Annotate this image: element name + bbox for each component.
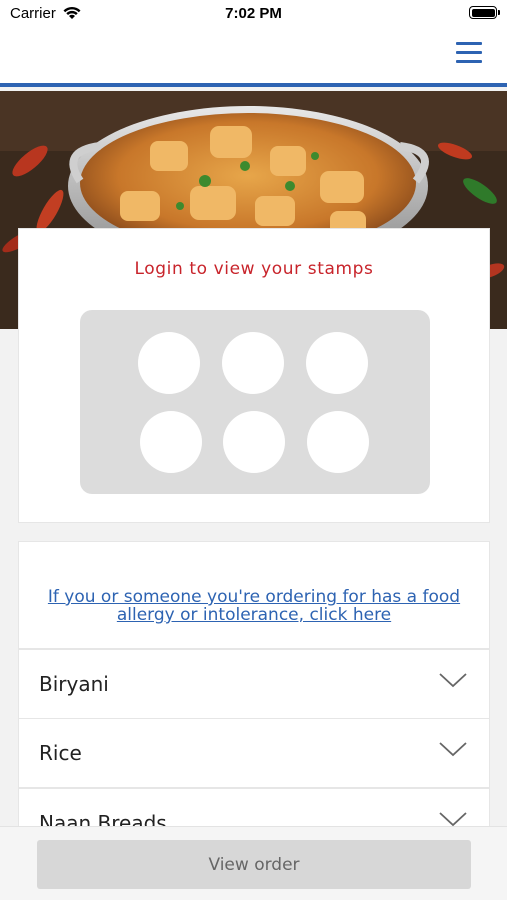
footer-bar: View order (0, 826, 507, 900)
stamp-card: Login to view your stamps (18, 228, 490, 523)
stamp-slot (306, 332, 368, 394)
chevron-down-icon (439, 812, 467, 827)
stamp-slot (307, 411, 369, 473)
allergy-info-link[interactable]: If you or someone you're ordering for ha… (39, 588, 469, 624)
category-label: Biryani (39, 672, 109, 696)
allergy-card: If you or someone you're ordering for ha… (18, 541, 490, 649)
clock: 7:02 PM (225, 5, 282, 22)
menu-line (456, 60, 482, 63)
stamp-board (80, 310, 430, 494)
menu-line (456, 51, 482, 54)
view-order-button[interactable]: View order (37, 840, 471, 889)
stamp-slot (138, 332, 200, 394)
stamp-slot (222, 332, 284, 394)
stamp-slot (140, 411, 202, 473)
chevron-down-icon (439, 673, 467, 688)
status-bar: Carrier 7:02 PM (0, 0, 507, 30)
hamburger-menu-button[interactable] (456, 42, 482, 64)
stamp-slot (223, 411, 285, 473)
login-to-view-stamps-link[interactable]: Login to view your stamps (19, 259, 489, 279)
category-row-biryani[interactable]: Biryani (18, 649, 490, 719)
app-header (0, 30, 507, 87)
battery-icon (469, 6, 500, 19)
category-row-rice[interactable]: Rice (18, 718, 490, 788)
chevron-down-icon (439, 742, 467, 757)
category-label: Rice (39, 741, 82, 765)
menu-line (456, 42, 482, 45)
